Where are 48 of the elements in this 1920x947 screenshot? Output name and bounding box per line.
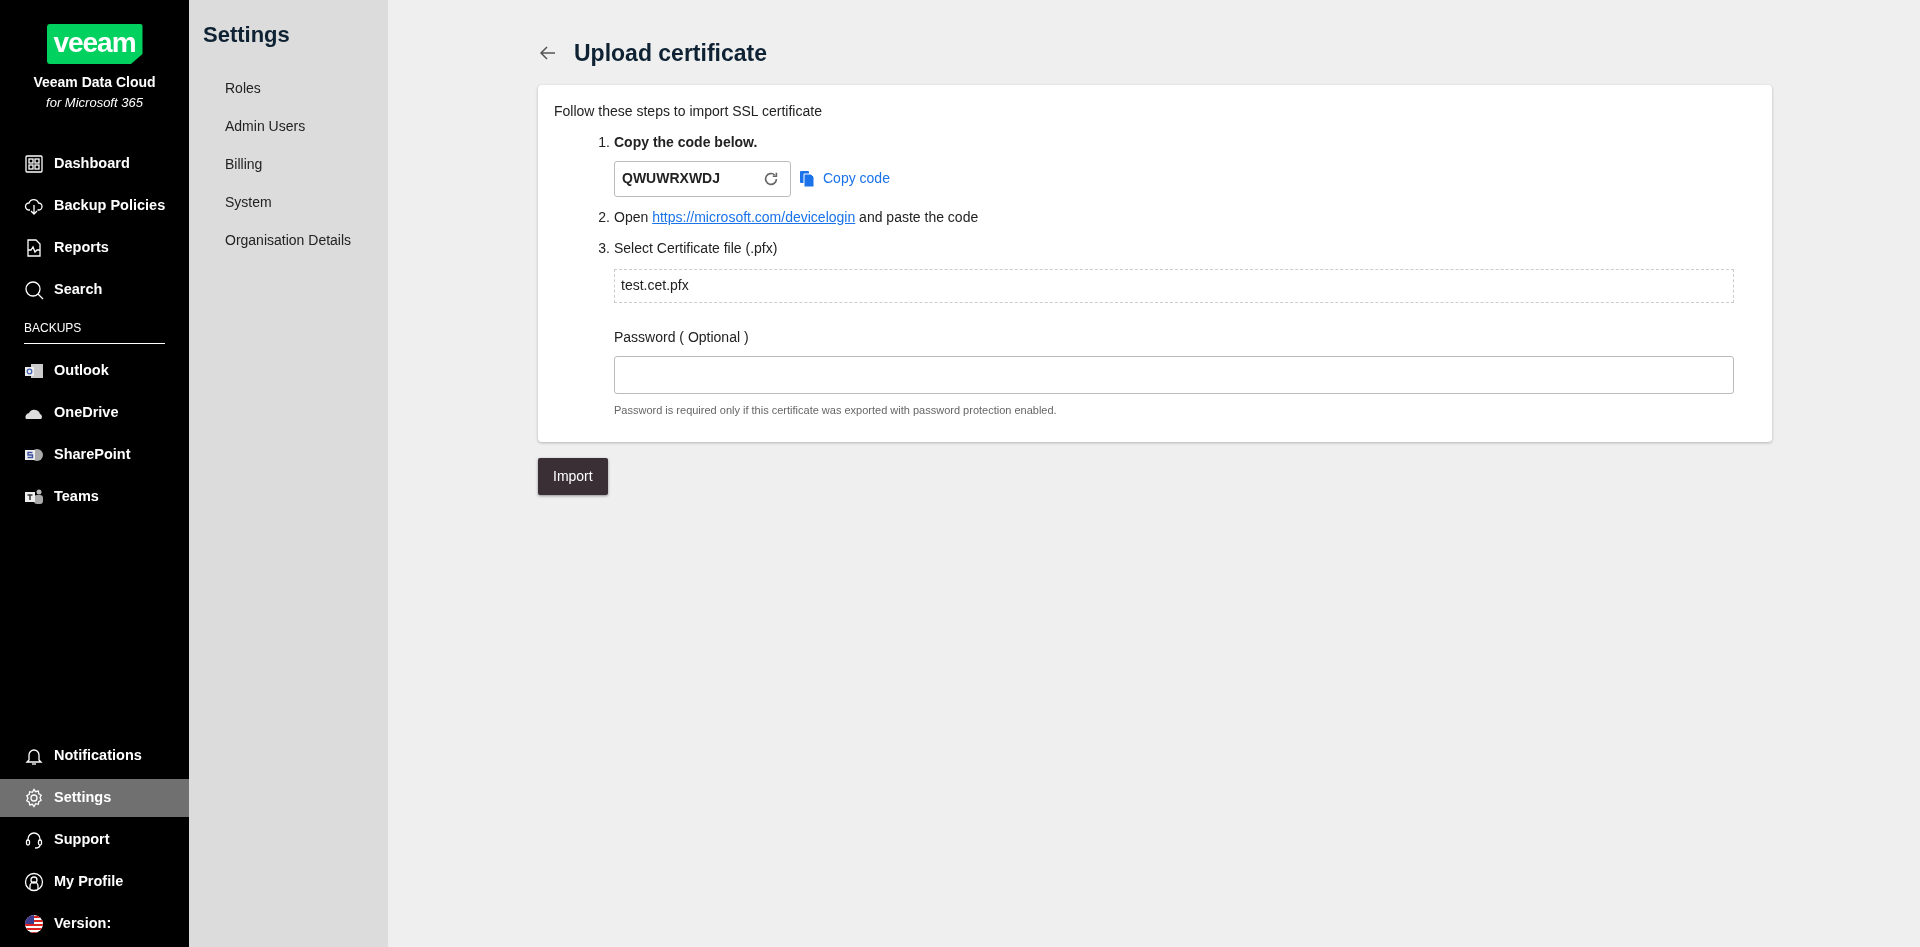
nav-item[interactable]: Support	[0, 821, 189, 859]
step-instruction: Open https://microsoft.com/devicelogin and paste the code	[614, 207, 980, 227]
nav-item[interactable]: Backup Policies	[0, 186, 189, 225]
nav-item[interactable]: Reports	[0, 228, 189, 267]
headset-icon	[24, 830, 44, 850]
step-number: 2.	[597, 207, 610, 227]
section-heading: BACKUPS	[24, 318, 165, 344]
search-icon	[24, 279, 44, 300]
user-icon	[24, 872, 44, 892]
settings-icon	[24, 788, 44, 808]
copy-icon	[799, 169, 815, 188]
panel-title: Settings	[203, 21, 291, 49]
nav-item[interactable]: Dashboard	[0, 144, 189, 183]
menu-link[interactable]: System	[201, 183, 376, 221]
step-number: 3.	[597, 238, 610, 258]
dashboard-icon	[24, 153, 44, 174]
help-text: Password is required only if this certificate was exported with password protection enabled.	[614, 402, 1058, 418]
step-label: Copy the code below.	[614, 132, 759, 152]
import-button[interactable]: Import	[538, 458, 608, 495]
menu-link[interactable]: Organisation Details	[201, 221, 376, 259]
password-label: Password ( Optional )	[614, 327, 750, 347]
nav-item[interactable]: SharePoint	[0, 435, 189, 474]
nav-item[interactable]: Settings	[0, 779, 189, 817]
page-title: Upload certificate	[574, 39, 767, 68]
step-number: 1.	[597, 132, 610, 152]
nav-item[interactable]: Outlook	[0, 351, 189, 390]
menu-link[interactable]: Billing	[201, 145, 376, 183]
product-subtitle: for Microsoft 365	[46, 94, 143, 112]
step-label: Select Certificate file (.pfx)	[614, 238, 779, 258]
nav-item[interactable]: Notifications	[0, 737, 189, 775]
nav-item[interactable]: Version:	[0, 905, 189, 943]
nav-item[interactable]: OneDrive	[0, 393, 189, 432]
logo: veeam	[46, 24, 143, 64]
device-login-link[interactable]: https://microsoft.com/devicelogin	[652, 208, 856, 225]
password-field[interactable]	[614, 355, 1734, 394]
intro-text: Follow these steps to import SSL certificate	[554, 101, 823, 121]
copy-code-link[interactable]: Copy code	[799, 168, 890, 189]
menu-link[interactable]: Admin Users	[201, 107, 376, 145]
flag-icon	[24, 914, 44, 934]
report-icon	[24, 237, 44, 258]
menu-link[interactable]: Roles	[201, 69, 376, 107]
nav-item[interactable]: My Profile	[0, 863, 189, 901]
bell-icon	[24, 746, 44, 766]
nav-item[interactable]: Teams	[0, 477, 189, 516]
file-field[interactable]: test.cet.pfx	[614, 268, 1734, 303]
nav-item[interactable]: Search	[0, 270, 189, 309]
code-text: QWUWRXWDJ	[622, 169, 720, 188]
product-name: Veeam Data Cloud	[33, 73, 156, 92]
